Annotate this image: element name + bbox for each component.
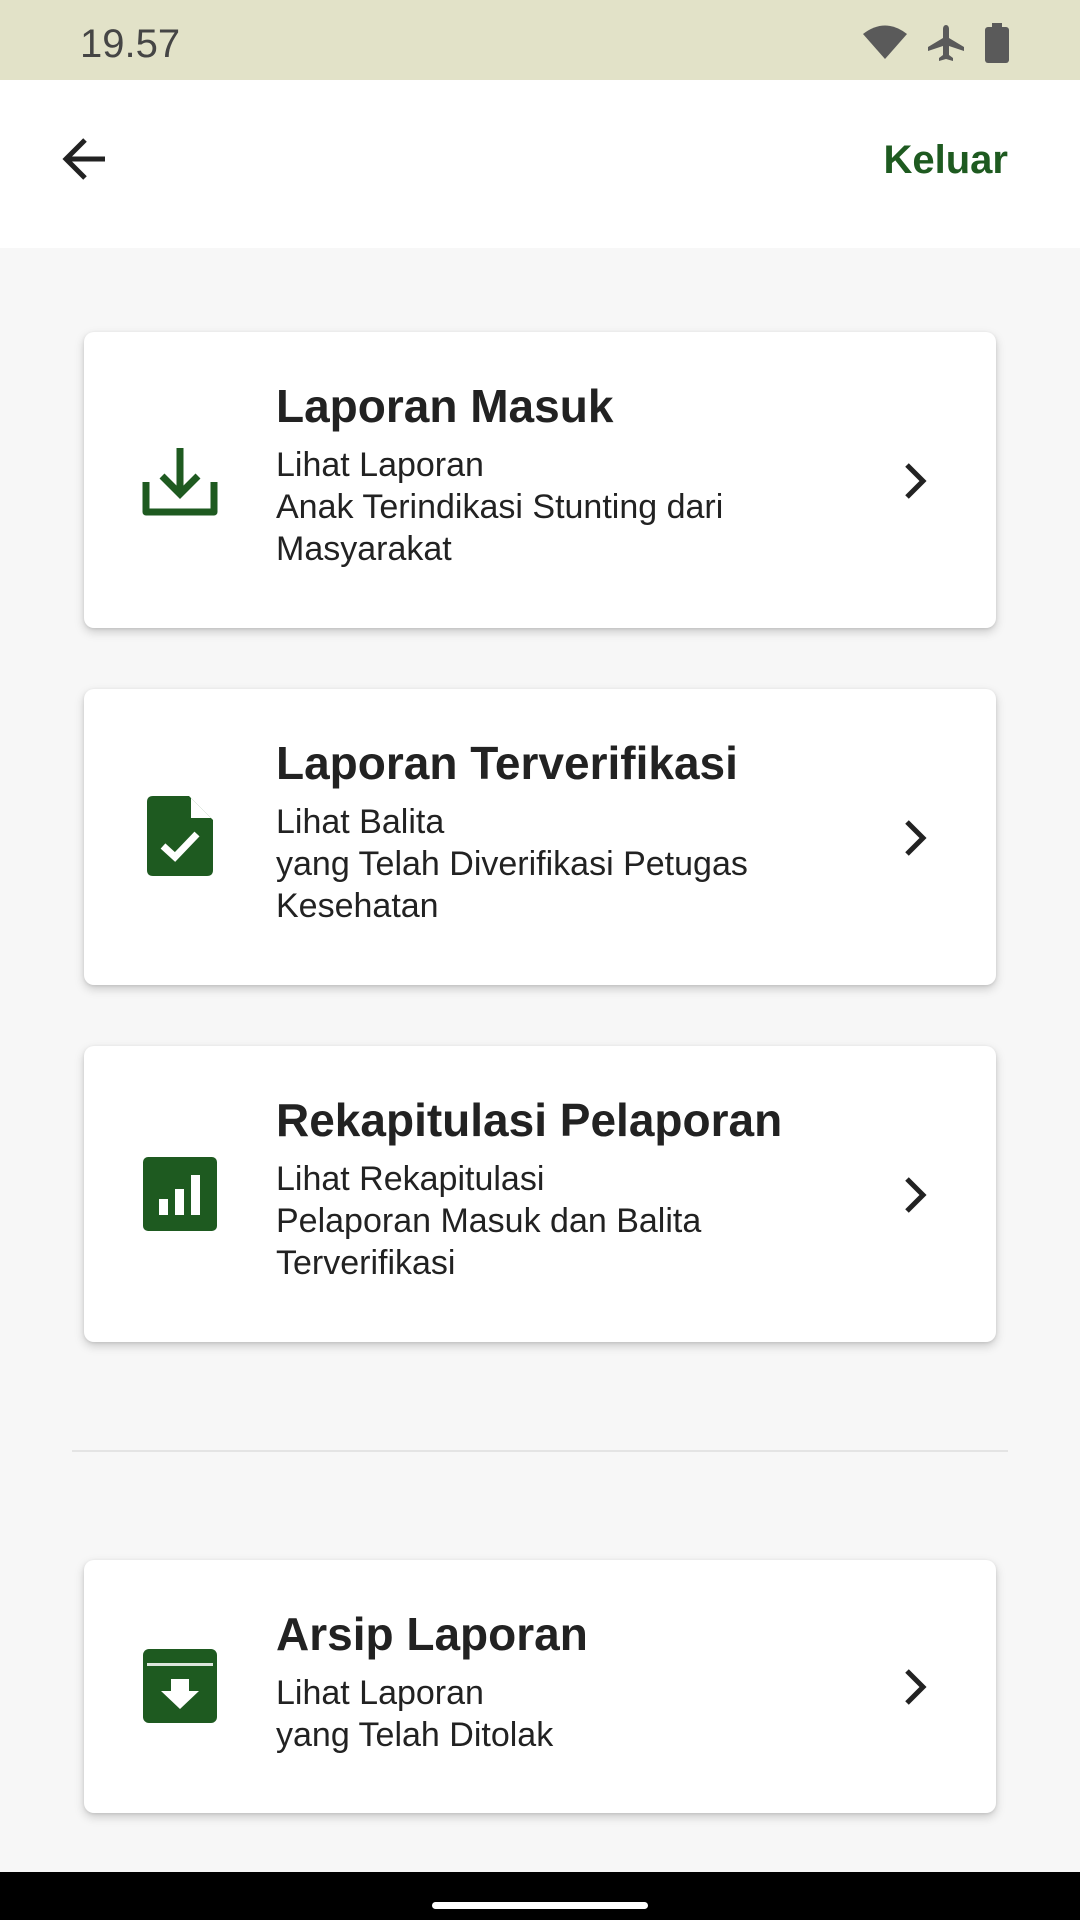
card-title: Rekapitulasi Pelaporan [276, 1094, 783, 1146]
chevron-right-icon [896, 1170, 936, 1220]
menu-card-laporan-terverifikasi[interactable]: Laporan Terverifikasi Lihat Balita yang … [84, 689, 996, 985]
app-bar: Keluar [0, 80, 1080, 248]
arrow-left-icon [59, 133, 111, 190]
card-description-line: Masyarakat [276, 530, 452, 568]
card-description: Lihat Laporan yang Telah Ditolak [276, 1672, 836, 1756]
back-button[interactable] [50, 126, 120, 196]
chevron-right-icon [896, 456, 936, 506]
card-text: Arsip Laporan Lihat Laporan yang Telah D… [276, 1606, 836, 1756]
menu-card-arsip-laporan[interactable]: Arsip Laporan Lihat Laporan yang Telah D… [84, 1560, 996, 1813]
logout-button[interactable]: Keluar [884, 138, 1009, 183]
card-description-line: yang Telah Ditolak [276, 1716, 554, 1754]
card-description-line: Lihat Laporan [276, 1674, 484, 1712]
system-navigation-bar [0, 1872, 1080, 1920]
section-divider [72, 1450, 1008, 1452]
card-title: Laporan Terverifikasi [276, 737, 738, 789]
wifi-icon [862, 25, 908, 61]
card-title: Arsip Laporan [276, 1608, 588, 1660]
home-gesture-handle[interactable] [432, 1902, 648, 1909]
card-description-line: yang Telah Diverifikasi Petugas [276, 845, 748, 883]
archive-icon [142, 1644, 218, 1728]
chevron-right-icon [896, 813, 936, 863]
card-description-line: Lihat Rekapitulasi [276, 1160, 545, 1198]
card-text: Laporan Terverifikasi Lihat Balita yang … [276, 735, 836, 927]
card-description-line: Lihat Balita [276, 803, 445, 841]
card-description-line: Pelaporan Masuk dan Balita [276, 1202, 702, 1240]
menu-card-rekapitulasi-pelaporan[interactable]: Rekapitulasi Pelaporan Lihat Rekapitulas… [84, 1046, 996, 1342]
airplane-icon [926, 23, 966, 63]
download-icon [142, 438, 218, 522]
status-icons [862, 22, 1010, 64]
card-description: Lihat Balita yang Telah Diverifikasi Pet… [276, 801, 836, 927]
chevron-right-icon [896, 1662, 936, 1712]
card-text: Rekapitulasi Pelaporan Lihat Rekapitulas… [276, 1092, 836, 1284]
status-time: 19.57 [80, 22, 181, 66]
card-description: Lihat Rekapitulasi Pelaporan Masuk dan B… [276, 1158, 836, 1284]
card-text: Laporan Masuk Lihat Laporan Anak Terindi… [276, 378, 836, 570]
card-description-line: Anak Terindikasi Stunting dari [276, 488, 724, 526]
bar-chart-icon [142, 1152, 218, 1236]
card-description-line: Terverifikasi [276, 1244, 456, 1282]
card-description-line: Lihat Laporan [276, 446, 484, 484]
card-title: Laporan Masuk [276, 380, 614, 432]
file-check-icon [142, 795, 218, 879]
card-description-line: Kesehatan [276, 887, 439, 925]
status-bar: 19.57 [0, 0, 1080, 80]
battery-icon [984, 23, 1010, 63]
card-description: Lihat Laporan Anak Terindikasi Stunting … [276, 444, 836, 570]
menu-card-laporan-masuk[interactable]: Laporan Masuk Lihat Laporan Anak Terindi… [84, 332, 996, 628]
